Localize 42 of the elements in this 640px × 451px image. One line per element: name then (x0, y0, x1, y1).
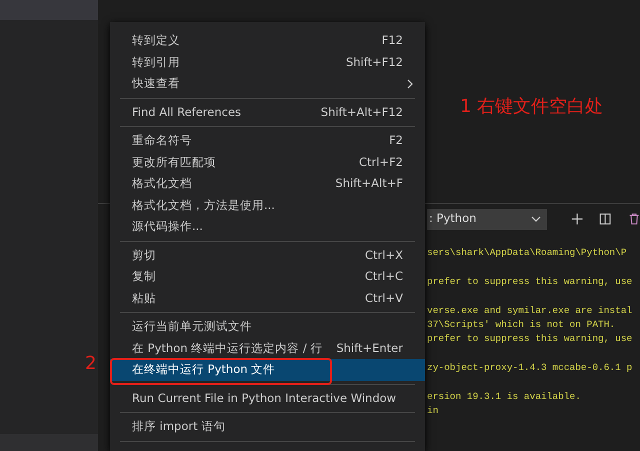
shortcut-label: Ctrl+C (364, 268, 403, 286)
step-number: 2 (85, 352, 96, 376)
menu-item[interactable]: 排序 import 语句 (110, 416, 425, 438)
split-icon[interactable] (599, 212, 612, 226)
menu-item[interactable]: 快速查看 (110, 73, 425, 94)
shortcut-label: Ctrl+X (365, 246, 403, 264)
shortcut-label: Ctrl+F2 (358, 154, 403, 171)
menu-item[interactable]: 运行当前单元测试文件 (110, 316, 425, 338)
menu-item[interactable]: 在终端中运行 Python 文件 (110, 359, 425, 380)
terminal-line: in (427, 404, 438, 418)
menu-item[interactable]: 转到定义 F12 (110, 30, 425, 52)
terminal-line: zy-object-proxy-1.4.3 mccabe-0.6.1 p (427, 361, 632, 376)
menu-item[interactable]: 源代码操作... (110, 216, 425, 238)
annotation-text: 1 右键文件空白处 (460, 95, 604, 119)
shortcut-label: Shift+Alt+F12 (320, 104, 403, 121)
shortcut-label: Shift+F12 (346, 54, 403, 71)
menu-item[interactable]: Run Current File in Python Interactive Window (110, 388, 425, 409)
terminal-line: verse.exe and symilar.exe are instal (427, 304, 632, 318)
menu-item[interactable]: 复制 Ctrl+C (110, 266, 425, 288)
menu-item[interactable]: 转到引用 Shift+F12 (110, 52, 425, 73)
terminal-line: prefer to suppress this warning, use (427, 274, 632, 289)
shortcut-label: Ctrl+V (365, 290, 403, 307)
shell-dropdown[interactable]: : Python (427, 208, 547, 230)
plus-icon[interactable] (570, 212, 584, 226)
shortcut-label: Shift+Alt+F (335, 175, 403, 192)
shortcut-label: F2 (389, 132, 403, 150)
terminal-line: ersion 19.3.1 is available. (427, 390, 581, 404)
terminal-line: prefer to suppress this warning, use (427, 332, 632, 346)
terminal-line: 37\Scripts' which is not on PATH. (427, 318, 616, 332)
chevron-down-icon (530, 216, 541, 222)
trash-icon[interactable] (628, 212, 640, 226)
menu-item[interactable]: 格式化文档 Shift+Alt+F (110, 173, 425, 194)
menu-item[interactable]: Find All References Shift+Alt+F12 (110, 102, 425, 123)
menu-item[interactable]: 在 Python 终端中运行选定内容 / 行 Shift+Enter (110, 338, 425, 359)
menu-item[interactable]: 剪切 Ctrl+X (110, 244, 425, 266)
menu-item[interactable]: 格式化文档，方法是使用... (110, 194, 425, 216)
menu-item[interactable]: 更改所有匹配项 Ctrl+F2 (110, 152, 425, 173)
terminal-line: sers\shark\AppData\Roaming\Python\P (427, 246, 627, 260)
shortcut-label: Shift+Enter (336, 340, 403, 357)
menu-item[interactable]: 重命名符号 F2 (110, 130, 425, 152)
shortcut-label: F12 (382, 32, 403, 50)
menu-item[interactable]: 粘贴 Ctrl+V (110, 288, 425, 309)
